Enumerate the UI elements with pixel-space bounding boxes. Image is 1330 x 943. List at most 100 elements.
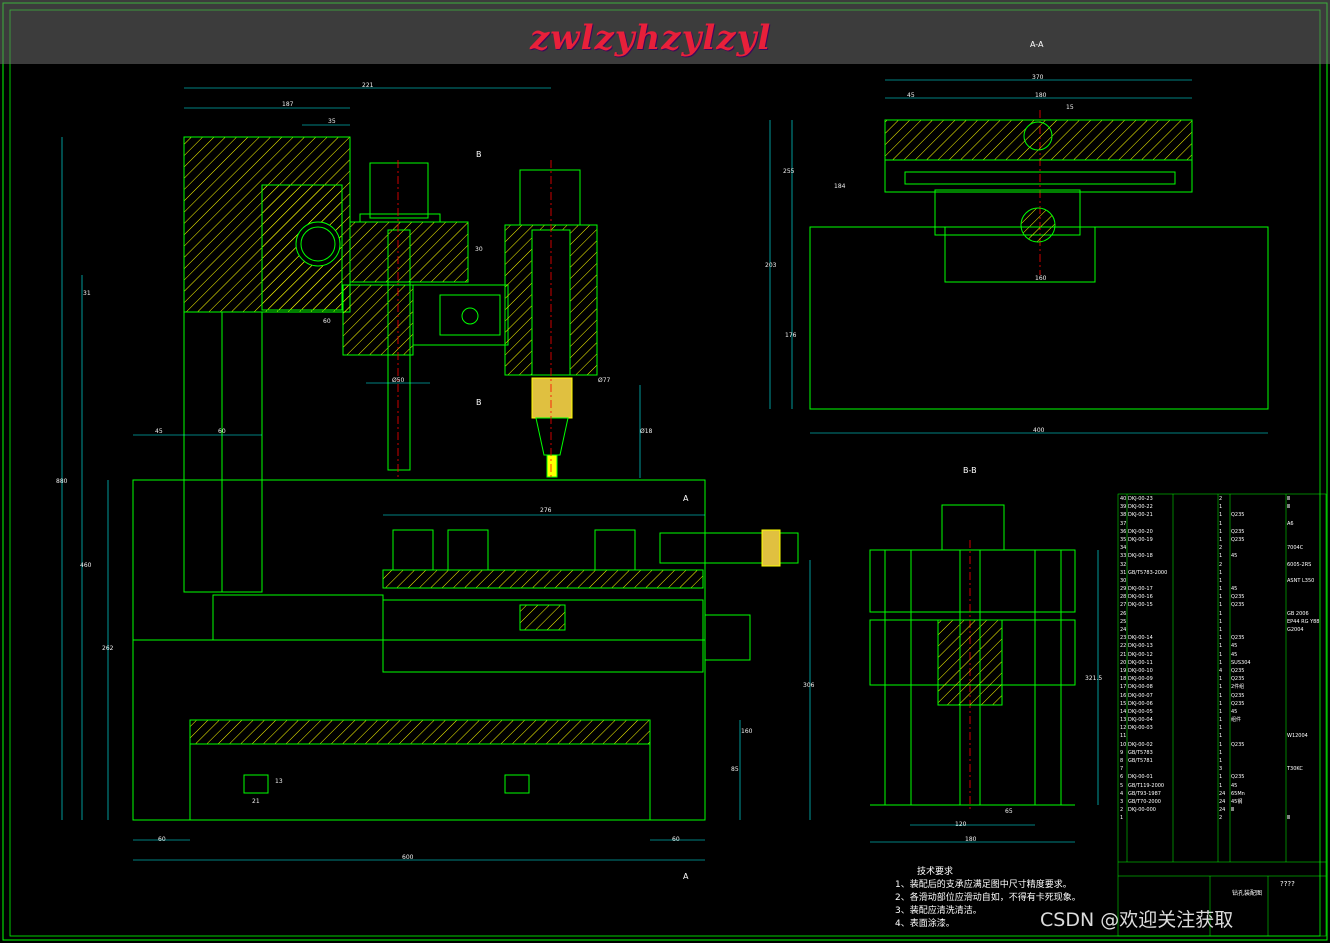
bom-cell [1128,577,1174,585]
bom-cell: 28 [1120,594,1127,601]
bom-row: 1 2 Ⅲ [1120,814,1325,822]
dim-label: 880 [56,478,68,485]
bom-cell: 1 [1219,782,1223,789]
bom-cell: GB/T119-2000 [1128,782,1165,789]
bom-cell: 45 [1231,651,1238,658]
bom-cell [1128,610,1174,618]
bom-row: 15 DKJ-00-06 1 Q235 [1120,700,1325,708]
bom-cell [1174,569,1219,577]
bom-cell: G2004 [1287,627,1304,633]
bom-cell: 24 [1120,627,1127,633]
bom-cell [1174,700,1219,708]
bom-row: 9 GB/T5783 1 [1120,749,1325,757]
bom-cell: 33 [1120,553,1127,560]
bom-cell: 1 [1219,536,1223,543]
bom-row: 40 DKJ-00-23 2 Ⅲ [1120,495,1325,503]
bom-cell: Q235 [1231,774,1245,781]
bom-cell: 17 [1120,684,1127,691]
bom-cell: 45 [1231,782,1238,789]
bom-cell [1174,765,1219,773]
bom-cell: T30KC [1287,766,1303,773]
bom-cell [1174,495,1219,503]
note-item: 2、各滑动部位应滑动自如，不得有卡死现象。 [895,893,1081,903]
bom-row: 28 DKJ-00-16 1 Q235 [1120,593,1325,601]
bom-cell: Ⅲ [1231,807,1235,814]
bom-cell [1287,773,1325,781]
bom-cell [1287,790,1325,798]
bom-cell [1174,528,1219,536]
bom-cell: 2 [1219,496,1223,502]
bom-row: 21 DKJ-00-12 1 45 [1120,651,1325,659]
bom-row: 22 DKJ-00-13 1 45 [1120,642,1325,650]
bom-cell: DKJ-00-06 [1128,700,1153,707]
bom-cell: Q235 [1231,536,1245,543]
bom-cell [1128,765,1174,773]
bom-cell: 1 [1219,618,1223,625]
bom-cell: 45 [1231,643,1238,650]
bom-cell [1231,544,1287,552]
bom-cell: Ⅲ [1287,496,1291,502]
bom-row: 35 DKJ-00-19 1 Q235 [1120,536,1325,544]
dim-label: 180 [1035,92,1047,99]
bom-cell: GB 2006 [1287,610,1309,617]
bom-cell: Q235 [1231,676,1245,683]
bom-cell [1287,511,1325,519]
dim-label: 184 [834,183,846,190]
bom-cell [1174,561,1219,569]
dim-label: 221 [362,82,374,89]
bom-cell [1231,814,1287,822]
bom-row: 13 DKJ-00-04 1 组件 [1120,716,1325,724]
bom-row: 17 DKJ-00-08 1 2件组 [1120,683,1325,691]
bom-cell [1287,757,1325,765]
bom-cell [1174,782,1219,790]
bom-cell [1287,741,1325,749]
bom-cell: 38 [1120,512,1127,519]
bom-row: 37 1 A6 [1120,520,1325,528]
dim-label: 35 [328,118,336,125]
bom-cell: 1 [1219,741,1223,748]
dim-label: 262 [102,645,114,652]
bom-cell: 1 [1219,569,1223,576]
bom-cell: 9 [1120,749,1124,756]
bom-cell [1287,692,1325,700]
dim-label: 30 [475,246,483,253]
bom-cell: 1 [1219,528,1223,535]
bom-cell [1174,593,1219,601]
bom-cell: W12004 [1287,733,1308,740]
bom-cell: Q235 [1231,594,1245,601]
dim-label: Ø77 [598,377,611,384]
cut-a-top: A [683,494,689,503]
bom-cell [1128,732,1174,740]
bom-row: 23 DKJ-00-14 1 Q235 [1120,634,1325,642]
dim-label: 160 [741,728,753,735]
bom-row: 39 DKJ-00-22 1 Ⅲ [1120,503,1325,511]
bom-cell: 3 [1120,798,1124,805]
bom-cell [1231,757,1287,765]
bom-cell: 7 [1120,766,1124,773]
bom-cell [1174,618,1219,626]
dim-label: 15 [1066,104,1074,111]
note-item: 1、装配后的支承应满足图中尺寸精度要求。 [895,880,1072,890]
bom-cell: 12 [1120,725,1127,732]
dim-label: 276 [540,507,552,514]
bom-cell: 6 [1120,774,1124,781]
bom-cell: 37 [1120,520,1127,527]
section-aa-view [809,119,1269,410]
bom-cell [1287,601,1325,609]
bom-cell: 1 [1219,627,1223,633]
bom-cell: 16 [1120,692,1127,699]
bom-cell: DKJ-00-19 [1128,536,1153,543]
bom-cell: 1 [1219,676,1223,683]
bom-cell: 1 [1219,610,1223,617]
bom-cell: 1 [1219,651,1223,658]
bom-cell [1174,503,1219,511]
bom-cell [1231,495,1287,503]
cut-a-bottom: A [683,872,689,881]
bom-cell [1174,798,1219,806]
bom-cell [1287,536,1325,544]
bom-cell [1174,683,1219,691]
bom-cell: 39 [1120,504,1127,511]
csdn-credit: CSDN @欢迎关注获取 [1040,909,1234,931]
dim-label: 60 [218,428,226,435]
bom-cell [1174,716,1219,724]
